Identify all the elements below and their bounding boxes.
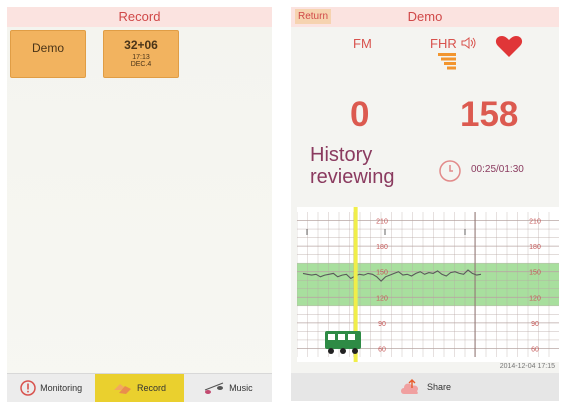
nav-music[interactable]: Music [184, 374, 272, 402]
record-screen: Record Demo 32+06 17:13 DEC.4 Monitoring… [7, 7, 272, 402]
fm-label: FM [353, 36, 372, 51]
hands-icon [113, 384, 131, 394]
exclamation-icon [20, 380, 36, 396]
fhr-value: 158 [460, 95, 519, 134]
nav-monitoring-label: Monitoring [40, 383, 83, 393]
music-note-icon [204, 382, 224, 394]
y-tick-label: 180 [376, 244, 388, 251]
y-tick-label: 90 [378, 321, 386, 328]
nav-monitoring[interactable]: Monitoring [7, 374, 95, 402]
nav-music-label: Music [229, 383, 253, 393]
record-card-demo-label: Demo [31, 41, 64, 55]
nav-record[interactable]: Record [95, 374, 184, 402]
y-tick-label: 150 [376, 270, 388, 277]
cloud-upload-icon [400, 379, 419, 394]
bottom-nav: Monitoring Record Music [7, 373, 272, 402]
demo-title: Demo [291, 7, 559, 27]
y-tick-label: 210 [529, 219, 541, 226]
y-tick-label: 120 [376, 295, 388, 302]
status-line-2: reviewing [310, 166, 395, 188]
y-tick-label: 90 [531, 321, 539, 328]
record-card-session[interactable]: 32+06 17:13 DEC.4 [103, 30, 179, 78]
nav-record-label: Record [136, 383, 166, 393]
playback-progress: 00:25/01:30 [471, 164, 524, 175]
train-icon [325, 331, 361, 354]
y-tick-label: 120 [529, 295, 541, 302]
demo-screen: Demo Return FM FHR 0 158 History reviewi… [291, 7, 559, 401]
record-title: Record [7, 7, 272, 27]
record-card-demo[interactable]: Demo [10, 30, 86, 78]
record-weeks: 32+06 [124, 38, 158, 52]
fhr-chart[interactable]: 210 210 180 180 150 150 120 120 90 90 60 60 [296, 207, 559, 362]
y-tick-label: 60 [531, 346, 539, 353]
speaker-icon[interactable] [461, 37, 477, 49]
return-button[interactable]: Return [295, 9, 332, 24]
record-date: DEC.4 [130, 61, 152, 68]
fhr-chart-svg: 210 210 180 180 150 150 120 120 90 90 60 60 [296, 207, 559, 362]
status-line-1: History [310, 144, 373, 166]
y-tick-label: 60 [378, 346, 386, 353]
record-time: 17:13 [132, 54, 150, 61]
y-tick-label: 180 [529, 244, 541, 251]
y-tick-label: 210 [376, 219, 388, 226]
clock-icon [439, 160, 461, 182]
fhr-label: FHR [430, 36, 457, 51]
chart-timestamp: 2014-12-04 17:15 [499, 363, 555, 370]
heart-icon [495, 36, 523, 57]
normal-range-band [297, 263, 559, 306]
share-button[interactable]: Share [291, 373, 559, 401]
fm-value: 0 [350, 95, 370, 134]
share-label: Share [426, 382, 452, 392]
y-tick-label: 150 [529, 270, 541, 277]
signal-level-icon [438, 53, 456, 70]
